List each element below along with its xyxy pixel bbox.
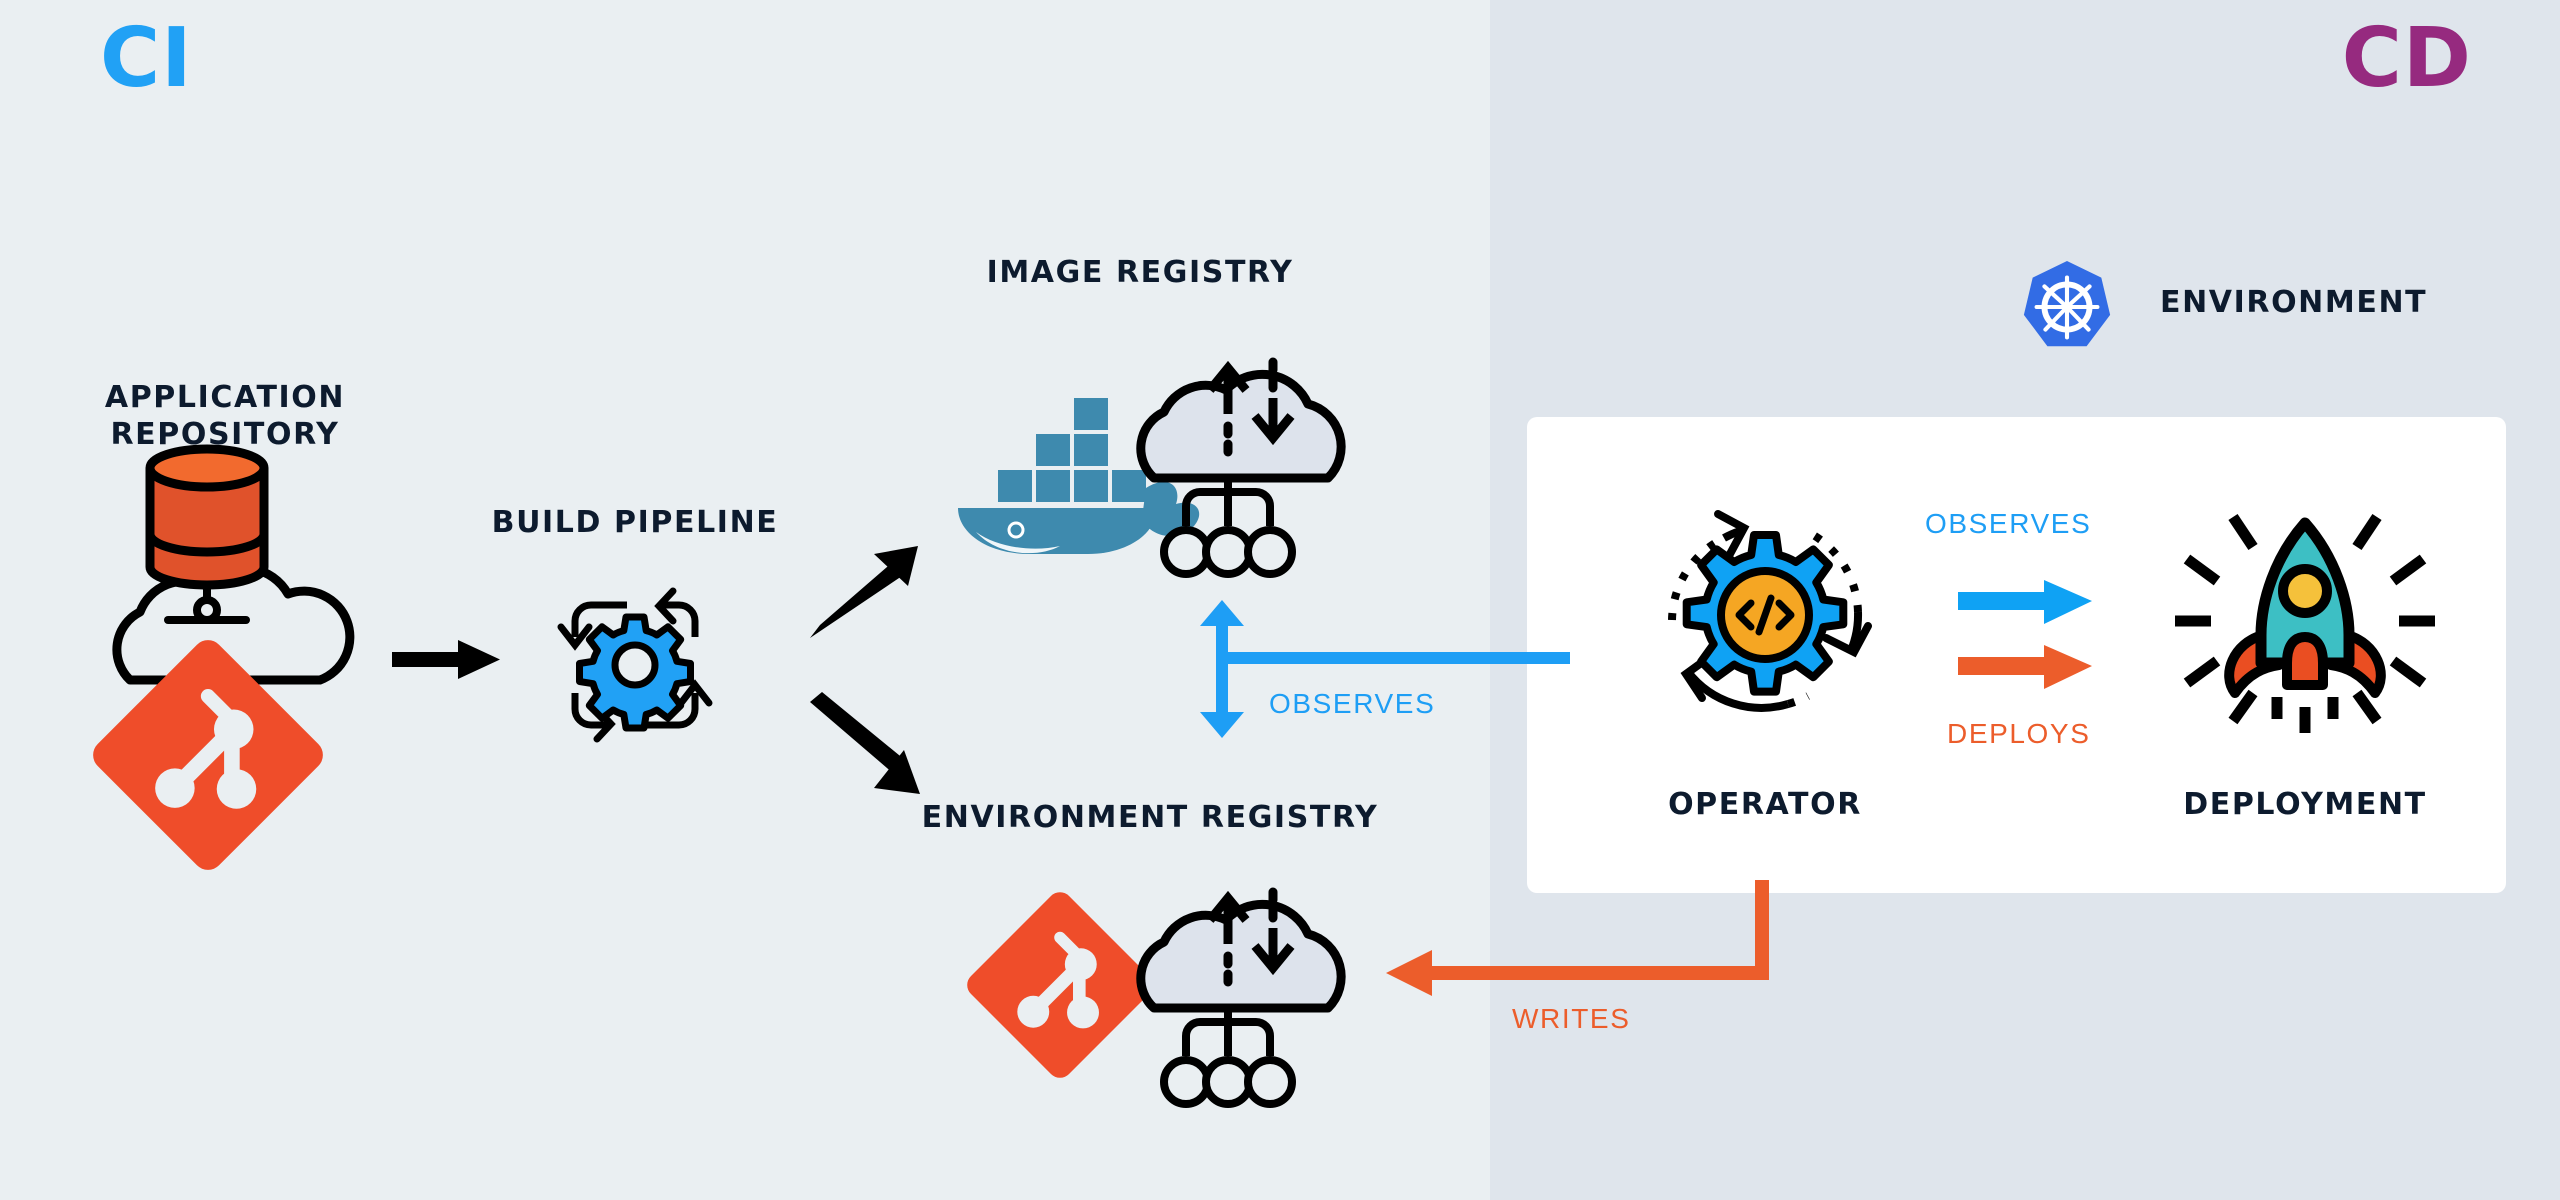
cd-section-title: CD (2341, 11, 2472, 106)
writes-label: WRITES (1512, 1003, 1631, 1034)
build-pipeline-label: BUILD PIPELINE (491, 505, 779, 540)
arrow-repo-to-pipeline (392, 630, 502, 690)
deployment-label: DEPLOYMENT (2183, 787, 2427, 822)
rocket-icon (2155, 495, 2455, 775)
image-registry-cloud-icon (1118, 330, 1368, 620)
operator-icon (1650, 500, 1880, 730)
observes-deployment-arrow (1958, 578, 2098, 628)
observes-deployment-label: OBSERVES (1925, 508, 2092, 539)
operator-label: OPERATOR (1668, 787, 1862, 822)
ci-section-title: CI (100, 11, 193, 106)
application-repository-label: APPLICATION REPOSITORY (60, 380, 390, 453)
deploys-deployment-arrow (1958, 643, 2098, 693)
kubernetes-logo-icon (2018, 258, 2116, 356)
gear-icon (576, 613, 694, 732)
arrow-pipeline-to-image-registry (800, 530, 930, 650)
deploys-deployment-label: DEPLOYS (1947, 718, 2091, 749)
image-registry-label: IMAGE REGISTRY (986, 255, 1294, 290)
repo-node-dot-icon (193, 596, 221, 624)
diagram-canvas: CI CD APPLICATION REPOSITORY BUILD PIPEL… (0, 0, 2560, 1200)
rocket-nozzle-icon (2282, 632, 2328, 690)
registry-node-circles-icon (1160, 1056, 1296, 1108)
observes-registries-arrow (1190, 600, 1570, 750)
application-repository-label-l1: APPLICATION (104, 380, 346, 415)
registry-node-circles-icon (1160, 526, 1296, 578)
kubernetes-helm-icon (2034, 275, 2100, 340)
environment-registry-label: ENVIRONMENT REGISTRY (921, 800, 1379, 835)
rocket-porthole-icon (2278, 564, 2332, 618)
build-pipeline-icon (545, 575, 725, 755)
git-logo-icon-repo (78, 625, 338, 885)
registry-nodes-icon (1182, 482, 1274, 526)
environment-registry-cloud-icon (1118, 860, 1368, 1150)
writes-arrow (1370, 880, 1770, 1020)
rocket-exhaust-icon (2271, 697, 2339, 733)
gear-code-icon (1682, 531, 1848, 696)
registry-nodes-icon (1182, 1012, 1274, 1056)
environment-label: ENVIRONMENT (2160, 285, 2428, 320)
observes-registries-label: OBSERVES (1269, 688, 1436, 719)
arrow-pipeline-to-environment-registry (800, 690, 930, 810)
database-icon (145, 444, 269, 590)
